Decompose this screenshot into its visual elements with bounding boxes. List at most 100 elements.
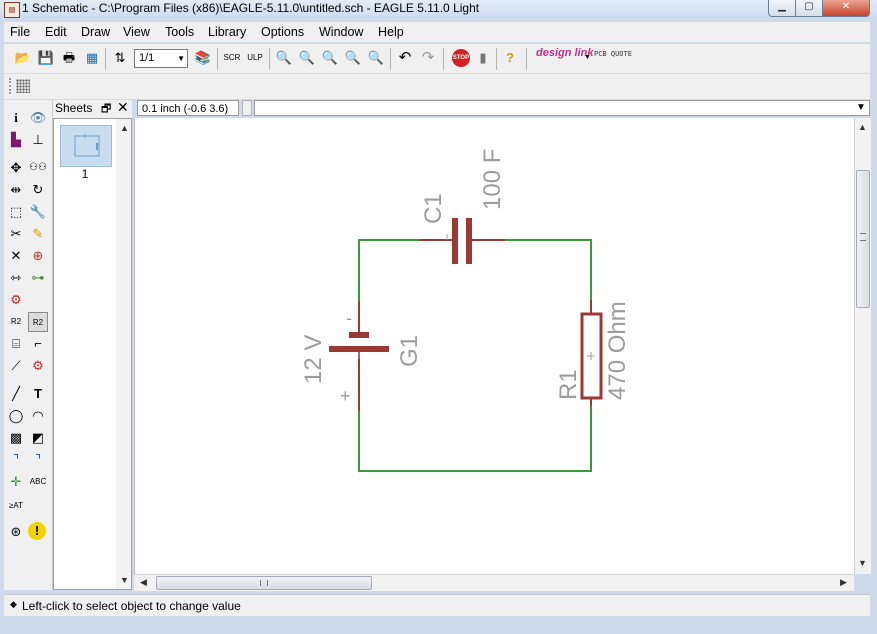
display-icon[interactable]: ▙ [6, 130, 26, 150]
label-icon[interactable]: ABC [28, 472, 48, 492]
arc-icon[interactable]: ◠ [28, 406, 48, 426]
coordinate-display: 0.1 inch (-0.6 3.6) [137, 100, 239, 116]
menu-window[interactable]: Window [319, 25, 363, 39]
board-switch-icon[interactable]: ⇅ [111, 49, 129, 67]
gateswap-icon[interactable]: ⚙ [6, 290, 26, 310]
ulp-icon[interactable]: ULP [246, 49, 264, 67]
polygon-icon[interactable]: ◩ [28, 428, 48, 448]
net-wire[interactable] [358, 239, 419, 301]
zoom-fit-icon[interactable]: 🔍 [275, 49, 293, 67]
miter-icon[interactable]: ⌐ [28, 334, 48, 354]
grid-icon[interactable] [16, 79, 30, 93]
erc-icon[interactable]: ⊛ [6, 522, 26, 542]
net-wire[interactable] [358, 406, 592, 472]
copy-icon[interactable]: ⚇⚇ [28, 158, 48, 178]
menu-tools[interactable]: Tools [165, 25, 194, 39]
stop-icon[interactable]: STOP [452, 49, 470, 67]
bus-icon[interactable]: ⌝ [6, 450, 26, 470]
zoom-out-icon[interactable]: 🔍 [321, 49, 339, 67]
split-icon[interactable]: ⟋ [6, 356, 26, 376]
zoom-in-icon[interactable]: 🔍 [298, 49, 316, 67]
menu-file[interactable]: File [10, 25, 30, 39]
menu-draw[interactable]: Draw [81, 25, 110, 39]
name-icon[interactable]: R2 [6, 312, 26, 332]
close-panel-icon[interactable]: ✕ [117, 99, 129, 116]
print-icon[interactable]: 🖶 [60, 49, 78, 67]
scroll-up-icon[interactable]: ▲ [858, 122, 867, 132]
mark-icon[interactable]: ⊥ [28, 130, 48, 150]
undo-icon[interactable]: ↶ [396, 49, 414, 67]
horizontal-scroll-thumb[interactable] [156, 576, 372, 590]
parameter-toolbar [4, 73, 870, 99]
chevron-down-icon[interactable]: ▼ [584, 54, 591, 61]
vertical-scroll-thumb[interactable] [856, 170, 870, 308]
scroll-right-icon[interactable]: ▶ [840, 577, 847, 588]
menu-library[interactable]: Library [208, 25, 246, 39]
circle-icon[interactable]: ◯ [6, 406, 26, 426]
pinswap-icon[interactable]: ⇿ [6, 268, 26, 288]
resistor-r1[interactable] [580, 300, 603, 406]
status-text: Left-click to select object to change va… [22, 599, 241, 613]
redraw-icon[interactable]: 🔍 [344, 49, 362, 67]
menu-edit[interactable]: Edit [45, 25, 67, 39]
rotate-icon[interactable]: ↻ [28, 180, 48, 200]
toolbar-separator [217, 48, 218, 70]
horizontal-scrollbar[interactable]: ◀ ▶ [134, 574, 854, 591]
save-icon[interactable]: 💾 [37, 49, 55, 67]
minimize-button[interactable]: ▁ [768, 0, 796, 17]
scroll-down-icon[interactable]: ▼ [858, 558, 867, 568]
battery-g1[interactable] [329, 301, 389, 411]
text-icon[interactable]: T [28, 384, 48, 404]
sheet-select[interactable]: 1/1 ▼ [134, 49, 188, 68]
rect-icon[interactable]: ▩ [6, 428, 26, 448]
net-icon[interactable]: ⌝ [28, 450, 48, 470]
menu-options[interactable]: Options [261, 25, 304, 39]
splitter-handle[interactable] [242, 100, 252, 116]
cut-icon[interactable]: ✂ [6, 224, 26, 244]
open-icon[interactable]: 📂 [14, 49, 32, 67]
script-icon[interactable]: SCR [223, 49, 241, 67]
help-icon[interactable]: ? [501, 49, 519, 67]
scroll-up-icon[interactable]: ▲ [120, 123, 129, 133]
close-window-button[interactable]: ✕ [822, 0, 870, 17]
add-icon[interactable]: ⊕ [28, 246, 48, 266]
vertical-scrollbar[interactable]: ▲ ▼ [854, 118, 871, 574]
paste-icon[interactable]: ✎ [28, 224, 48, 244]
redo-icon[interactable]: ↷ [419, 49, 437, 67]
delete-icon[interactable]: ✕ [6, 246, 26, 266]
value-icon[interactable]: R2 [28, 312, 48, 332]
chevron-down-icon[interactable]: ▼ [856, 102, 866, 113]
info-icon[interactable]: i [6, 108, 26, 128]
attribute-icon[interactable]: ≥AT [6, 496, 26, 516]
mirror-icon[interactable]: ⇹ [6, 180, 26, 200]
junction-icon[interactable]: ✛ [6, 472, 26, 492]
float-panel-icon[interactable]: 🗗 [101, 100, 111, 119]
sheet-list-scrollbar[interactable]: ▲ ▼ [116, 119, 131, 589]
cam-processor-icon[interactable]: ▦ [83, 49, 101, 67]
group-icon[interactable]: ⬚ [6, 202, 26, 222]
replace-icon[interactable]: ⊶ [28, 268, 48, 288]
invoke-icon[interactable]: ⚙ [28, 356, 48, 376]
zoom-select-icon[interactable]: 🔍 [367, 49, 385, 67]
show-icon[interactable]: 👁 [28, 108, 48, 128]
smash-icon[interactable]: ⌸ [6, 334, 26, 354]
go-icon[interactable]: ▮ [474, 49, 492, 67]
capacitor-name-label: C1 [420, 193, 447, 224]
sheet-thumbnail[interactable] [60, 125, 112, 167]
pcb-quote-button[interactable]: PCB QUOTE [594, 50, 632, 58]
command-input[interactable] [254, 100, 870, 116]
schematic-canvas[interactable]: C1 100 F G1 12 V - + R1 470 Ohm [134, 118, 855, 574]
net-wire[interactable] [505, 239, 592, 300]
battery-minus-label: - [346, 308, 352, 328]
wire-icon[interactable]: ╱ [6, 384, 26, 404]
move-icon[interactable]: ✥ [6, 158, 26, 178]
scroll-down-icon[interactable]: ▼ [120, 575, 129, 585]
library-icon[interactable]: 📚 [194, 49, 212, 67]
change-icon[interactable]: 🔧 [28, 202, 48, 222]
maximize-button[interactable]: ▢ [795, 0, 823, 17]
menu-help[interactable]: Help [378, 25, 404, 39]
errors-icon[interactable]: ! [28, 522, 46, 540]
chevron-down-icon: ▼ [177, 54, 185, 63]
scroll-left-icon[interactable]: ◀ [140, 577, 147, 588]
menu-view[interactable]: View [123, 25, 150, 39]
